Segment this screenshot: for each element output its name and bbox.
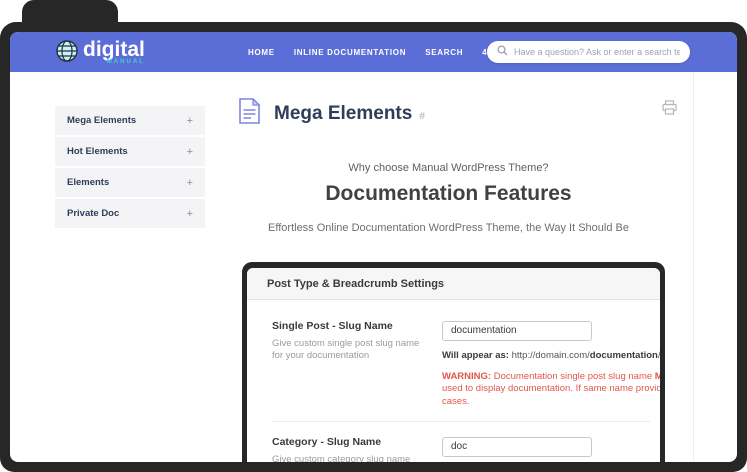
page-title: Mega Elements [274, 103, 412, 125]
intro-block: Why choose Manual WordPress Theme? Docum… [232, 162, 665, 234]
settings-panel-body: Single Post - Slug Name Give custom sing… [247, 300, 660, 462]
anchor-hash-link[interactable]: # [419, 111, 425, 122]
print-icon[interactable] [662, 100, 677, 120]
nav-item-home[interactable]: HOME [248, 48, 275, 57]
logo-text: digital [83, 39, 145, 61]
main-nav: HOME INLINE DOCUMENTATION SEARCH 404 [248, 32, 498, 72]
sidebar-item-elements[interactable]: Elements + [55, 168, 205, 197]
sidebar-item-label: Mega Elements [67, 115, 136, 126]
sidebar-item-private-doc[interactable]: Private Doc + [55, 199, 205, 228]
site-header: digital MANUAL HOME INLINE DOCUMENTATION… [10, 32, 737, 72]
document-icon [238, 98, 261, 130]
nav-item-inline-documentation[interactable]: INLINE DOCUMENTATION [294, 48, 406, 57]
screen: digital MANUAL HOME INLINE DOCUMENTATION… [10, 32, 737, 462]
expand-plus-icon[interactable]: + [187, 115, 193, 127]
settings-panel: Post Type & Breadcrumb Settings Single P… [247, 268, 660, 462]
sidebar-item-hot-elements[interactable]: Hot Elements + [55, 137, 205, 166]
search-input[interactable] [514, 47, 680, 57]
category-slug-input[interactable] [442, 437, 592, 457]
content-edge-divider [693, 72, 694, 462]
header-search[interactable] [487, 41, 690, 63]
expand-plus-icon[interactable]: + [187, 208, 193, 220]
settings-panel-frame: Post Type & Breadcrumb Settings Single P… [242, 262, 665, 462]
form-row-category-slug: Category - Slug Name Give custom categor… [272, 436, 660, 462]
warning-text: WARNING: Documentation single post slug … [442, 371, 660, 409]
field-description: Give custom category slug name for your … [272, 454, 424, 462]
page-title-row: Mega Elements # [238, 98, 425, 130]
settings-panel-title: Post Type & Breadcrumb Settings [267, 278, 444, 290]
intro-heading: Documentation Features [232, 182, 665, 206]
sidebar: Mega Elements + Hot Elements + Elements … [55, 106, 205, 230]
sidebar-item-label: Hot Elements [67, 146, 128, 157]
field-label: Category - Slug Name [272, 436, 442, 448]
site-logo[interactable]: digital MANUAL [55, 39, 145, 68]
intro-subheading: Effortless Online Documentation WordPres… [232, 222, 665, 234]
device-frame: digital MANUAL HOME INLINE DOCUMENTATION… [0, 22, 747, 472]
expand-plus-icon[interactable]: + [187, 146, 193, 158]
row-divider [272, 421, 650, 422]
intro-eyebrow: Why choose Manual WordPress Theme? [232, 162, 665, 174]
globe-icon [55, 39, 79, 68]
single-post-slug-input[interactable] [442, 321, 592, 341]
expand-plus-icon[interactable]: + [187, 177, 193, 189]
search-icon [497, 43, 508, 61]
field-label: Single Post - Slug Name [272, 320, 442, 332]
field-description: Give custom single post slug name for yo… [272, 338, 424, 362]
logo-subtext: MANUAL [83, 59, 145, 65]
form-row-single-post-slug: Single Post - Slug Name Give custom sing… [272, 320, 660, 408]
url-preview: Will appear as: http://domain.com/docume… [442, 350, 660, 361]
sidebar-item-label: Elements [67, 177, 109, 188]
nav-item-search[interactable]: SEARCH [425, 48, 463, 57]
settings-panel-header: Post Type & Breadcrumb Settings [247, 268, 660, 300]
sidebar-item-label: Private Doc [67, 208, 119, 219]
sidebar-item-mega-elements[interactable]: Mega Elements + [55, 106, 205, 135]
